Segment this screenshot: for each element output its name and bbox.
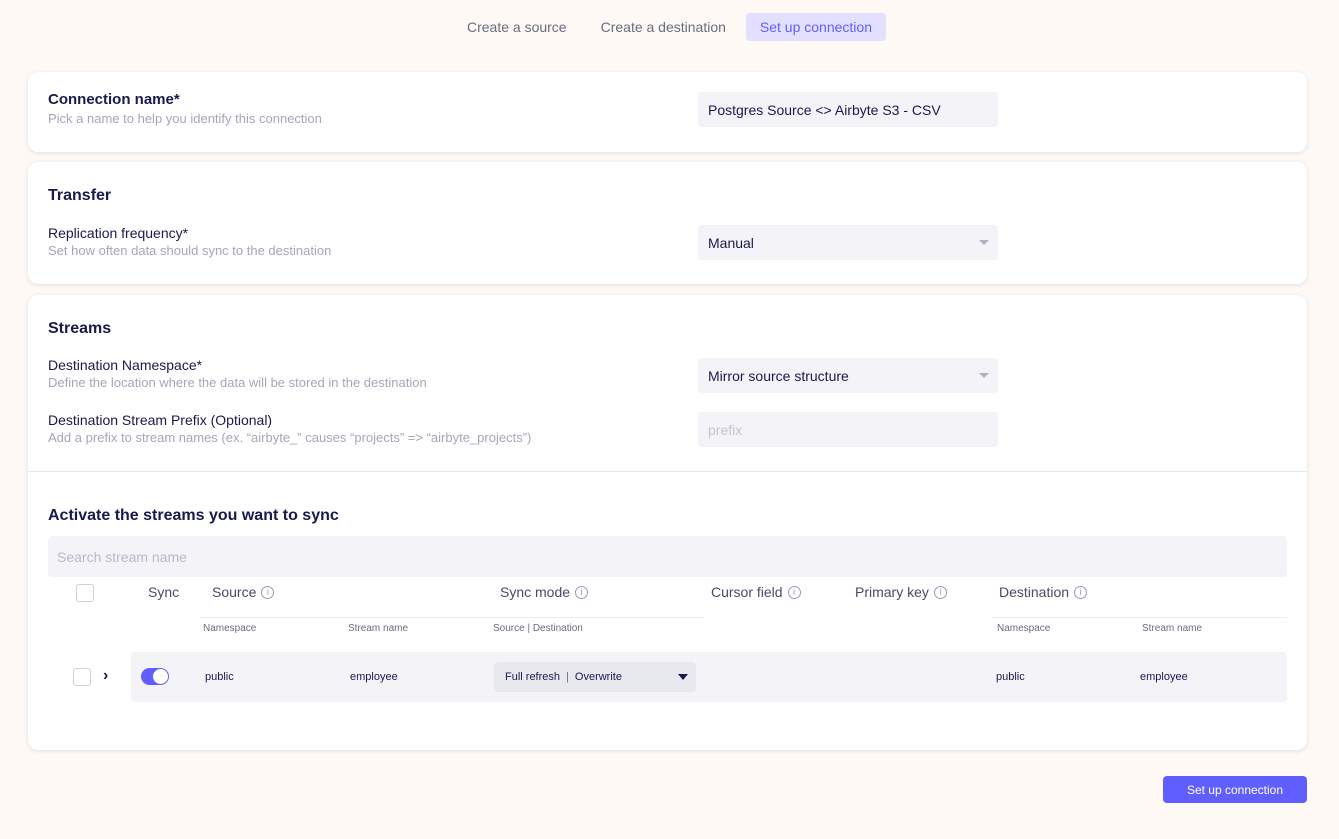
select-all-checkbox[interactable] bbox=[76, 584, 94, 602]
replication-frequency-select[interactable]: Manual bbox=[698, 225, 998, 260]
subheader-line bbox=[992, 617, 1287, 618]
row-destination-namespace: public bbox=[996, 671, 1025, 683]
info-icon[interactable]: i bbox=[261, 585, 275, 599]
chevron-down-icon bbox=[979, 373, 989, 378]
connection-name-label: Connection name* bbox=[48, 91, 180, 108]
subcol-destination-stream: Stream name bbox=[1142, 623, 1203, 634]
replication-frequency-description: Set how often data should sync to the de… bbox=[48, 243, 332, 258]
sync-mode-select[interactable]: Full refresh | Overwrite bbox=[494, 662, 696, 692]
search-stream-input[interactable]: Search stream name bbox=[48, 536, 1287, 577]
col-source-label: Source bbox=[212, 584, 257, 600]
col-cursor-field: Cursor field i bbox=[711, 584, 801, 600]
subcol-source-namespace: Namespace bbox=[203, 623, 257, 634]
col-sync-mode: Sync mode i bbox=[500, 584, 589, 600]
subcol-sync-mode: Source | Destination bbox=[493, 623, 583, 634]
sync-mode-destination: Overwrite bbox=[574, 671, 622, 683]
step-set-up-connection[interactable]: Set up connection bbox=[745, 13, 886, 41]
chevron-down-icon bbox=[678, 674, 688, 680]
col-source: Source i bbox=[212, 584, 275, 600]
transfer-card: Transfer Replication frequency* Set how … bbox=[28, 162, 1307, 284]
set-up-connection-button[interactable]: Set up connection bbox=[1163, 776, 1307, 803]
info-icon[interactable]: i bbox=[787, 585, 801, 599]
chevron-down-icon bbox=[979, 240, 989, 245]
col-sync-mode-label: Sync mode bbox=[500, 584, 571, 600]
sync-mode-source: Full refresh bbox=[505, 671, 561, 683]
stream-prefix-input[interactable]: prefix bbox=[698, 412, 998, 447]
stream-prefix-label: Destination Stream Prefix (Optional) bbox=[48, 412, 273, 428]
stepper: Create a source Create a destination Set… bbox=[0, 13, 1339, 41]
destination-namespace-select[interactable]: Mirror source structure bbox=[698, 358, 998, 393]
info-icon[interactable]: i bbox=[933, 585, 947, 599]
subcol-source-stream: Stream name bbox=[348, 623, 409, 634]
replication-frequency-label: Replication frequency* bbox=[48, 225, 189, 241]
col-primary-key-label: Primary key bbox=[855, 584, 929, 600]
streams-title: Streams bbox=[48, 320, 112, 337]
chevron-right-icon[interactable]: › bbox=[103, 667, 108, 685]
col-cursor-field-label: Cursor field bbox=[711, 584, 783, 600]
step-create-destination[interactable]: Create a destination bbox=[587, 13, 740, 41]
transfer-title: Transfer bbox=[48, 187, 112, 204]
destination-namespace-value: Mirror source structure bbox=[708, 367, 849, 384]
row-source-namespace: public bbox=[205, 671, 234, 683]
sync-toggle[interactable] bbox=[141, 668, 169, 685]
destination-namespace-description: Define the location where the data will … bbox=[48, 375, 427, 390]
destination-namespace-label: Destination Namespace* bbox=[48, 357, 203, 373]
subcol-destination-namespace: Namespace bbox=[997, 623, 1051, 634]
connection-name-input[interactable]: Postgres Source <> Airbyte S3 - CSV bbox=[698, 92, 998, 127]
col-primary-key: Primary key i bbox=[855, 584, 947, 600]
connection-name-description: Pick a name to help you identify this co… bbox=[48, 111, 322, 126]
step-create-source[interactable]: Create a source bbox=[453, 13, 581, 41]
row-select-checkbox[interactable] bbox=[73, 668, 91, 686]
replication-frequency-value: Manual bbox=[708, 234, 754, 251]
streams-card: Streams Destination Namespace* Define th… bbox=[28, 295, 1307, 750]
toggle-knob bbox=[153, 669, 168, 684]
info-icon[interactable]: i bbox=[1074, 585, 1088, 599]
table-row: public employee Full refresh | Overwrite… bbox=[131, 652, 1287, 702]
section-divider bbox=[28, 471, 1307, 472]
col-sync: Sync bbox=[148, 584, 179, 600]
col-sync-label: Sync bbox=[148, 584, 180, 600]
subheader-line bbox=[200, 617, 704, 618]
connection-name-card: Connection name* Pick a name to help you… bbox=[28, 72, 1307, 152]
col-destination: Destination i bbox=[999, 584, 1088, 600]
info-icon[interactable]: i bbox=[575, 585, 589, 599]
activate-streams-title: Activate the streams you want to sync bbox=[48, 507, 339, 524]
stream-prefix-description: Add a prefix to stream names (ex. “airby… bbox=[48, 430, 532, 445]
row-source-stream: employee bbox=[350, 671, 398, 683]
row-destination-stream: employee bbox=[1140, 671, 1188, 683]
col-destination-label: Destination bbox=[999, 584, 1070, 600]
sync-mode-separator: | bbox=[566, 671, 569, 683]
